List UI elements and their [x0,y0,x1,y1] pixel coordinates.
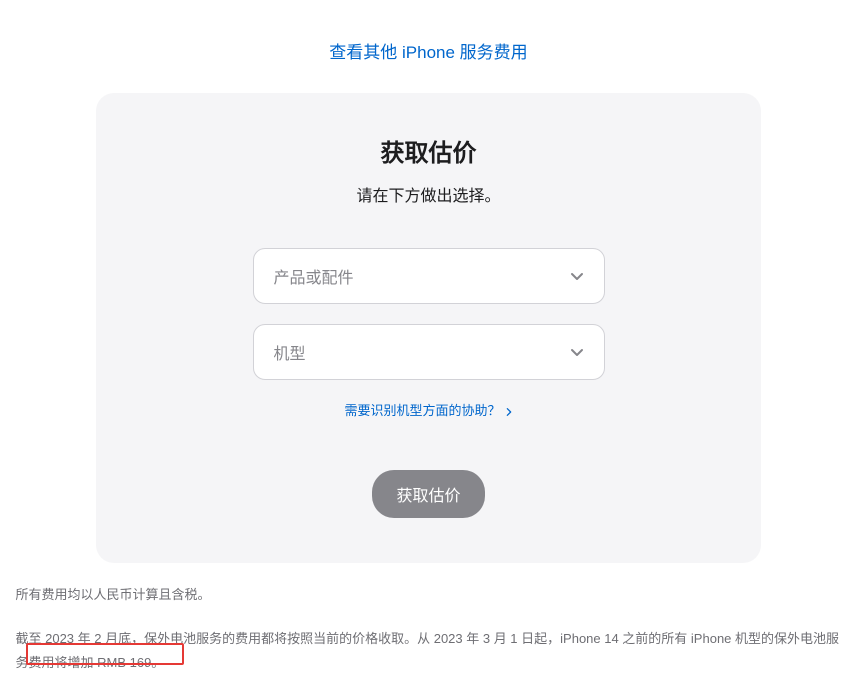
model-select-placeholder: 机型 [274,340,570,364]
product-select-placeholder: 产品或配件 [274,264,570,288]
identify-model-help-link[interactable]: 需要识别机型方面的协助？ [344,400,512,419]
estimate-card: 获取估价 请在下方做出选择。 产品或配件 机型 需要识别机型方面的协助？ 获取估… [96,93,761,563]
chevron-down-icon [570,269,584,283]
chevron-right-icon [505,405,513,415]
model-select[interactable]: 机型 [253,324,605,380]
other-iphone-service-link[interactable]: 查看其他 iPhone 服务费用 [329,43,527,62]
card-subtitle: 请在下方做出选择。 [136,182,721,206]
chevron-down-icon [570,345,584,359]
get-estimate-button[interactable]: 获取估价 [372,470,484,518]
card-title: 获取估价 [136,133,721,168]
product-select[interactable]: 产品或配件 [253,248,605,304]
footnote-currency: 所有费用均以人民币计算且含税。 [16,585,842,605]
help-link-label: 需要识别机型方面的协助？ [344,400,500,419]
footnote-price-notice: 截至 2023 年 2 月底，保外电池服务的费用都将按照当前的价格收取。从 20… [16,627,842,676]
